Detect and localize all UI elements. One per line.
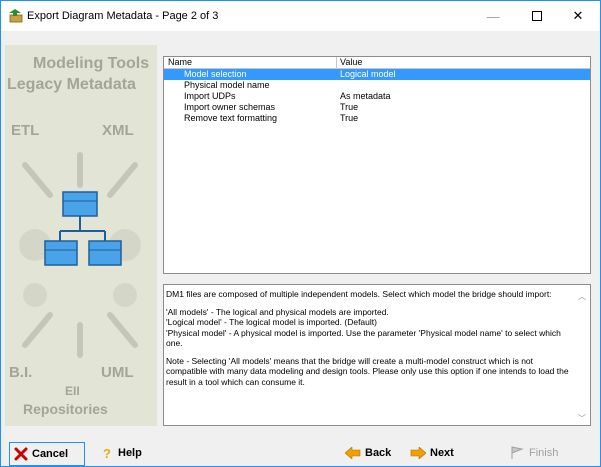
cancel-x-icon (14, 447, 28, 461)
cancel-button-label: Cancel (32, 448, 69, 460)
property-row[interactable]: Model selection Logical model (164, 69, 590, 80)
column-header-name[interactable]: Name (168, 57, 192, 67)
property-value[interactable]: As metadata (340, 91, 391, 101)
next-button[interactable]: Next (406, 442, 470, 464)
svg-text:?: ? (103, 446, 111, 460)
property-name: Import owner schemas (184, 102, 276, 112)
property-row[interactable]: Physical model name (164, 80, 590, 91)
finish-flag-icon (511, 446, 524, 459)
property-value[interactable]: True (340, 113, 358, 123)
property-row[interactable]: Import owner schemas True (164, 102, 590, 113)
properties-list[interactable]: Name Value Model selection Logical model P… (163, 56, 591, 274)
hierarchy-diagram-icon (44, 191, 122, 266)
export-app-icon (9, 9, 25, 23)
side-text-modeling-tools: Modeling Tools (33, 55, 150, 72)
side-text-etl: ETL (11, 122, 40, 139)
property-name: Physical model name (184, 80, 270, 90)
finish-button[interactable]: Finish (505, 442, 573, 464)
back-button[interactable]: Back (341, 442, 405, 464)
side-text-legacy-metadata: Legacy Metadata (7, 76, 136, 93)
side-text-eii: EII (65, 384, 80, 398)
side-text-repositories: Repositories (23, 401, 108, 417)
property-row[interactable]: Remove text formatting True (164, 113, 590, 124)
maximize-button[interactable] (515, 1, 559, 31)
back-button-label: Back (365, 447, 392, 459)
close-button[interactable]: ✕ (556, 1, 600, 31)
property-name: Remove text formatting (184, 113, 278, 123)
next-arrow-icon (410, 447, 426, 459)
maximize-icon (532, 11, 542, 21)
property-name: Model selection (184, 69, 247, 79)
description-paragraph: Note - Selecting 'All models' means that… (166, 355, 569, 387)
side-banner: Modeling Tools Legacy Metadata ETL XML B… (5, 45, 157, 426)
next-button-label: Next (430, 447, 454, 459)
close-icon: ✕ (572, 8, 584, 23)
help-button[interactable]: ? Help (96, 442, 158, 464)
description-paragraph: DM1 files are composed of multiple indep… (166, 289, 552, 299)
property-value[interactable]: Logical model (340, 69, 396, 79)
side-text-uml: UML (101, 364, 134, 381)
description-panel[interactable]: DM1 files are composed of multiple indep… (163, 284, 591, 426)
properties-list-header: Name Value (164, 57, 590, 69)
finish-button-label: Finish (529, 447, 559, 459)
property-value[interactable]: True (340, 102, 358, 112)
column-header-value[interactable]: Value (340, 57, 362, 67)
property-name: Import UDPs (184, 91, 236, 101)
scroll-up-arrow-icon[interactable]: ︿ (578, 291, 586, 302)
column-divider[interactable] (336, 57, 337, 68)
scroll-down-arrow-icon[interactable]: ﹀ (578, 413, 586, 424)
help-button-label: Help (118, 447, 142, 459)
description-paragraph: 'All models' - The logical and physical … (166, 306, 561, 349)
help-question-icon: ? (103, 446, 111, 460)
description-text: DM1 files are composed of multiple indep… (166, 289, 570, 394)
minimize-icon: — (486, 8, 500, 24)
back-arrow-icon (345, 447, 361, 459)
side-text-xml: XML (102, 122, 134, 139)
cancel-button[interactable]: Cancel (9, 442, 85, 466)
property-row[interactable]: Import UDPs As metadata (164, 91, 590, 102)
export-dialog-window: Export Diagram Metadata - Page 2 of 3 — … (0, 0, 601, 467)
title-bar[interactable]: Export Diagram Metadata - Page 2 of 3 — … (1, 1, 600, 31)
window-title: Export Diagram Metadata - Page 2 of 3 (27, 10, 219, 22)
minimize-button[interactable]: — (471, 1, 515, 31)
side-text-bi: B.I. (9, 364, 33, 381)
